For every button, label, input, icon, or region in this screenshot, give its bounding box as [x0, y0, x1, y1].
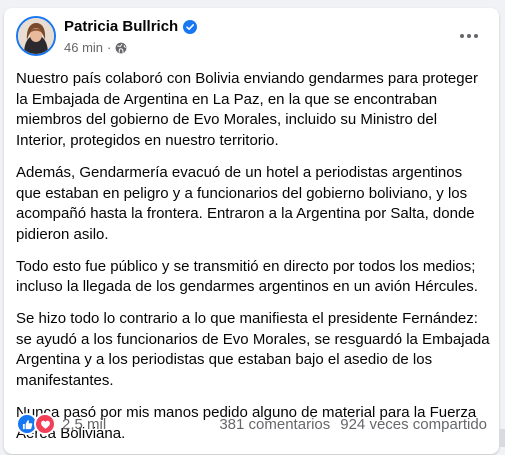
meta-separator: · — [107, 40, 111, 55]
more-options-icon — [460, 34, 478, 38]
author-name[interactable]: Patricia Bullrich — [64, 18, 178, 35]
love-icon — [34, 413, 56, 435]
post-paragraph: Además, Gendarmería evacuó de un hotel a… — [16, 163, 490, 246]
globe-icon[interactable] — [115, 42, 127, 54]
facebook-post-card: Patricia Bullrich 46 min · — [4, 8, 499, 454]
reaction-count[interactable]: 2,5 mil — [62, 416, 106, 433]
post-paragraph: Nuestro país colaboró con Bolivia envian… — [16, 69, 490, 152]
author-avatar[interactable] — [16, 16, 56, 56]
comments-count[interactable]: 381 comentarios — [219, 416, 330, 433]
post-body: Nuestro país colaboró con Bolivia envian… — [16, 69, 490, 455]
post-paragraph: Todo esto fue público y se transmitió en… — [16, 257, 490, 298]
verified-badge-icon — [183, 20, 197, 34]
more-options-button[interactable] — [451, 18, 487, 54]
avatar-portrait-icon — [18, 18, 54, 54]
post-header: Patricia Bullrich 46 min · — [16, 16, 487, 60]
scrollbar-fragment[interactable] — [499, 429, 505, 447]
shares-count[interactable]: 924 veces compartido — [340, 416, 487, 433]
author-name-row: Patricia Bullrich — [64, 18, 197, 35]
post-paragraph: Se hizo todo lo contrario a lo que manif… — [16, 309, 490, 392]
reactions-summary[interactable]: 2,5 mil — [16, 413, 106, 435]
post-timestamp[interactable]: 46 min — [64, 40, 103, 55]
post-meta: 46 min · — [64, 40, 127, 55]
post-footer: 2,5 mil 381 comentarios 924 veces compar… — [16, 412, 487, 436]
